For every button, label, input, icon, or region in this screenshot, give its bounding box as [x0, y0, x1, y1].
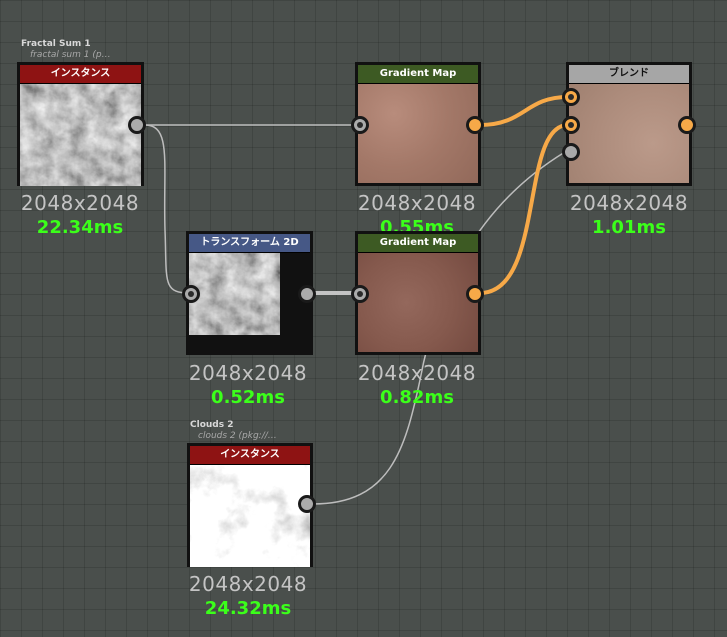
- wire-fractal-to-transform: [144, 124, 190, 294]
- node-blend[interactable]: ブレンド: [566, 62, 692, 186]
- timing-blend: 1.01ms: [592, 217, 666, 238]
- node-fractal-sum[interactable]: インスタンス: [17, 62, 144, 186]
- resolution-transform: 2048x2048: [188, 361, 308, 385]
- node-gradient-map-2[interactable]: Gradient Map: [355, 231, 481, 355]
- node-header-clouds: インスタンス: [190, 446, 310, 465]
- node-clouds[interactable]: インスタンス: [187, 443, 313, 567]
- node-title-fractal: Fractal Sum 1: [21, 39, 91, 49]
- output-port-fractal[interactable]: [128, 116, 146, 134]
- output-port-gradient2[interactable]: [466, 285, 484, 303]
- input-port-transform[interactable]: [182, 285, 200, 303]
- node-transform-2d[interactable]: トランスフォーム 2D: [186, 231, 313, 355]
- input-port-gradient2[interactable]: [351, 285, 369, 303]
- resolution-gradient1: 2048x2048: [357, 191, 477, 215]
- node-subtitle-clouds: clouds 2 (pkg://…: [198, 431, 277, 441]
- wire-gradient1-to-blend: [479, 95, 569, 127]
- output-port-clouds[interactable]: [298, 495, 316, 513]
- node-header-blend: ブレンド: [569, 65, 689, 84]
- timing-fractal: 22.34ms: [36, 217, 124, 238]
- output-port-gradient1[interactable]: [466, 116, 484, 134]
- node-subtitle-fractal: fractal sum 1 (p…: [30, 50, 111, 60]
- thumbnail-blend: [569, 84, 689, 183]
- thumbnail-clouds: [190, 465, 310, 567]
- timing-transform: 0.52ms: [211, 387, 285, 408]
- timing-gradient2: 0.82ms: [380, 387, 454, 408]
- output-port-transform[interactable]: [298, 285, 316, 303]
- node-header-transform: トランスフォーム 2D: [189, 234, 310, 253]
- resolution-blend: 2048x2048: [569, 191, 689, 215]
- resolution-clouds: 2048x2048: [188, 572, 308, 596]
- node-header-gradient1: Gradient Map: [358, 65, 478, 84]
- thumbnail-fractal: [20, 84, 141, 186]
- input-port-blend-background[interactable]: [562, 116, 580, 134]
- thumbnail-gradient2: [358, 253, 478, 352]
- thumbnail-transform: [189, 253, 280, 335]
- resolution-fractal: 2048x2048: [20, 191, 140, 215]
- resolution-gradient2: 2048x2048: [357, 361, 477, 385]
- node-header-gradient2: Gradient Map: [358, 234, 478, 253]
- input-port-gradient1[interactable]: [351, 116, 369, 134]
- thumbnail-gradient1: [358, 84, 478, 183]
- timing-clouds: 24.32ms: [204, 598, 292, 619]
- node-gradient-map-1[interactable]: Gradient Map: [355, 62, 481, 186]
- input-port-blend-mask[interactable]: [562, 143, 580, 161]
- node-header-fractal: インスタンス: [20, 65, 141, 84]
- output-port-blend[interactable]: [678, 116, 696, 134]
- node-title-clouds: Clouds 2: [190, 420, 234, 430]
- wire-gradient2-to-blend: [479, 123, 569, 295]
- input-port-blend-foreground[interactable]: [562, 88, 580, 106]
